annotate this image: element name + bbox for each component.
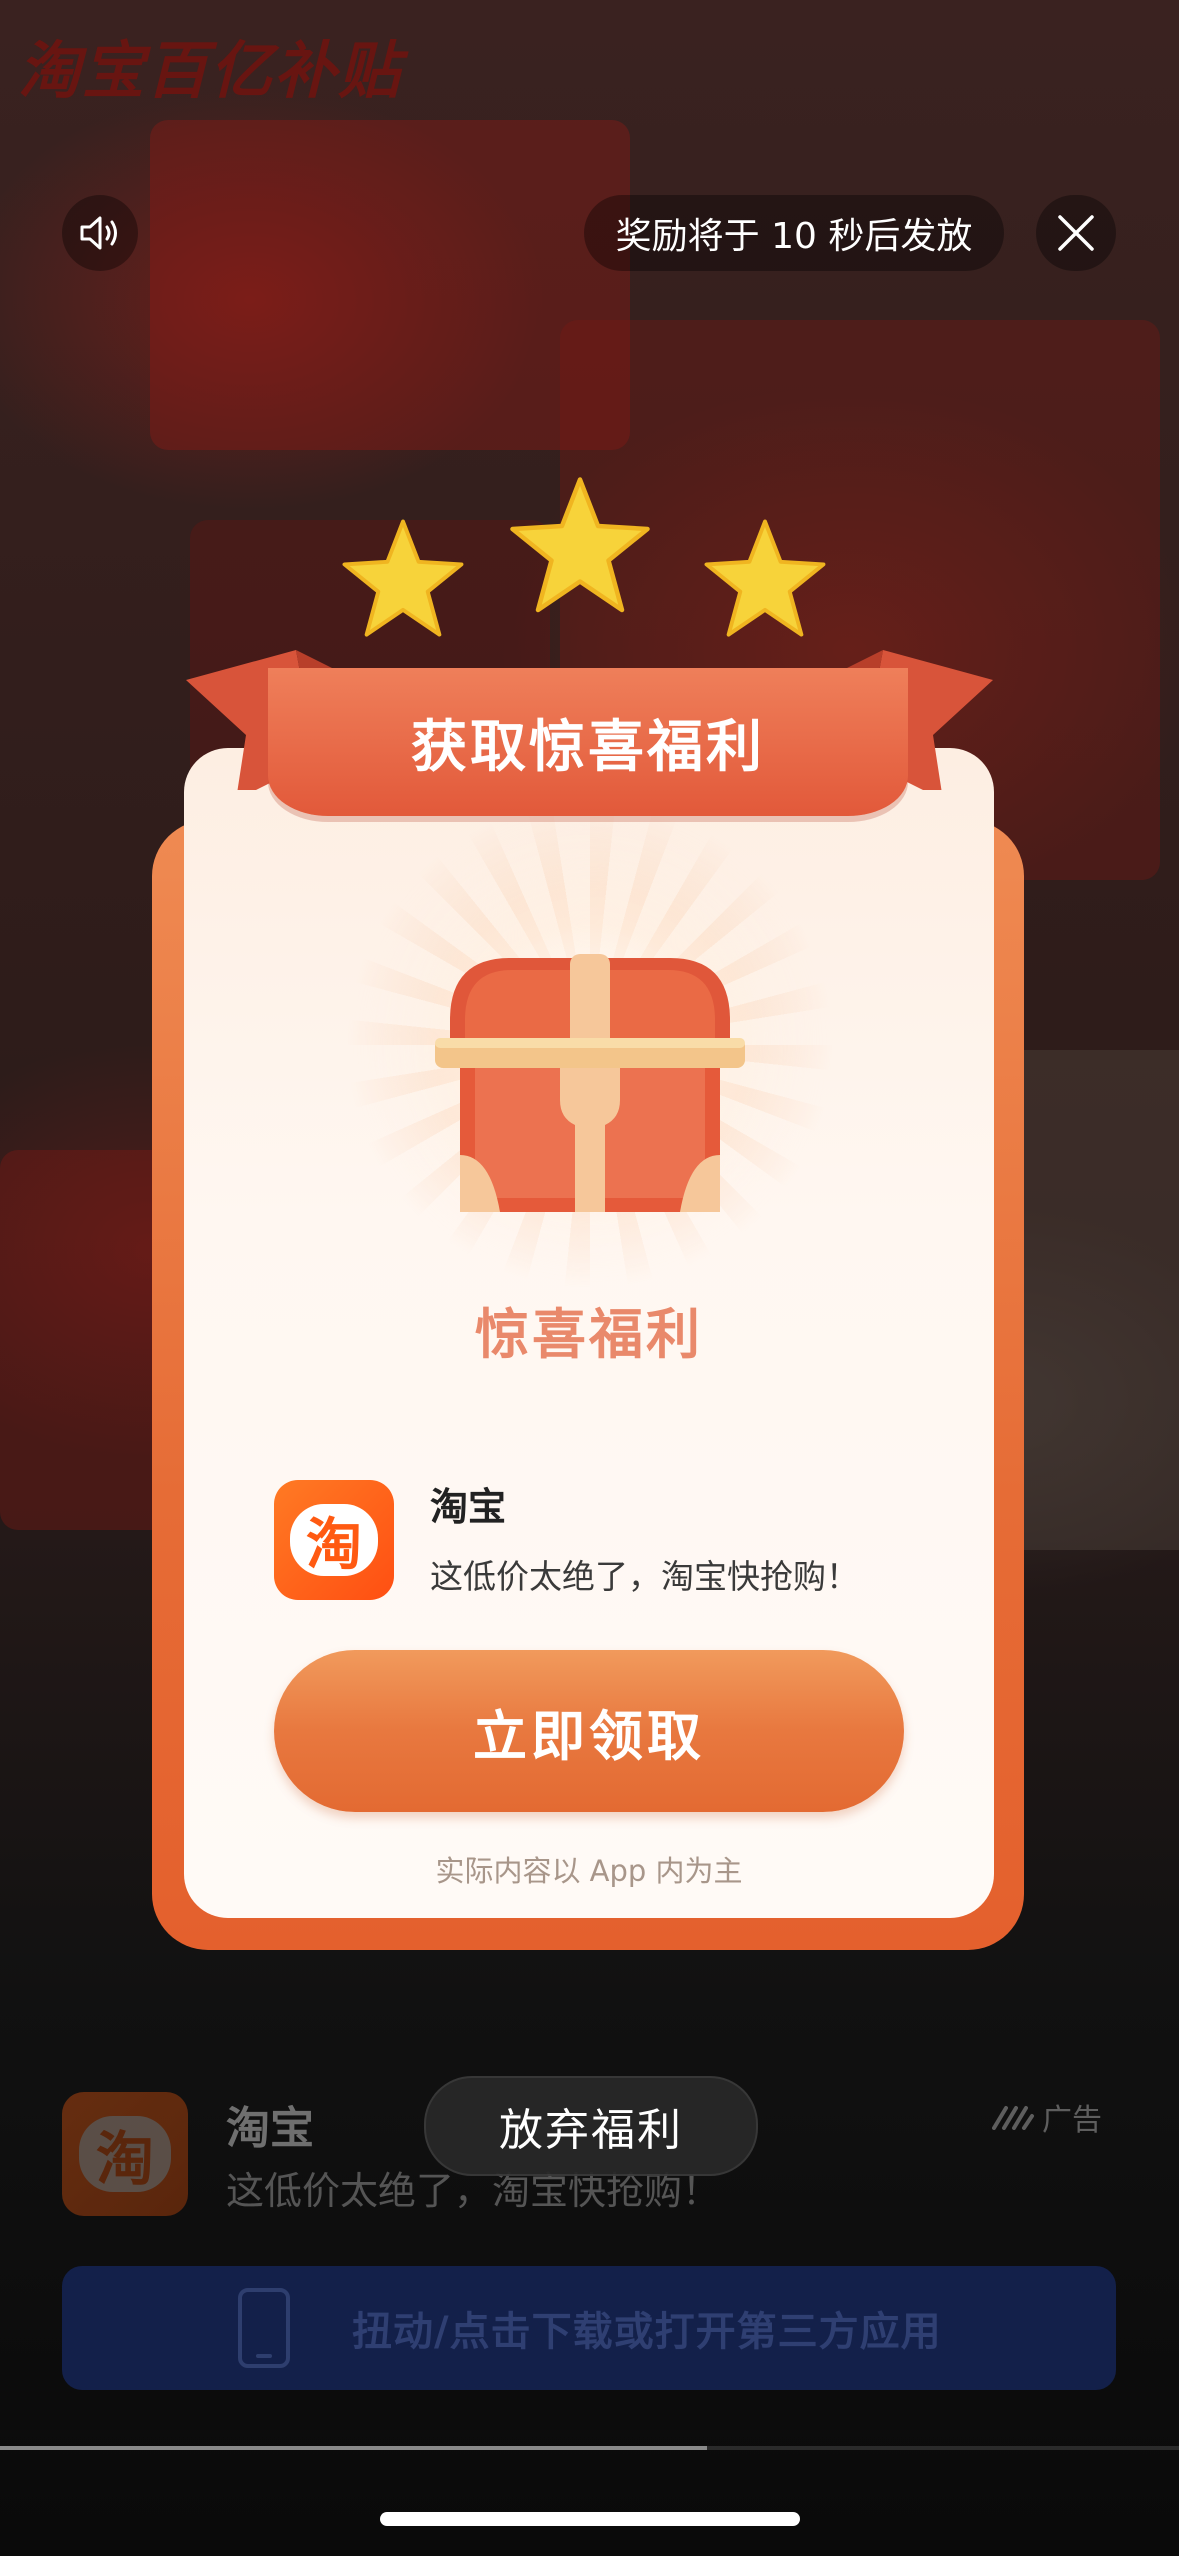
treasure-chest-icon	[435, 954, 745, 1212]
home-indicator[interactable]	[380, 2512, 800, 2526]
star-icon	[342, 519, 464, 637]
ad-app-name[interactable]: 淘宝	[226, 2092, 314, 2156]
taobao-logo-glyph: 淘	[79, 2116, 171, 2193]
app-description: 这低价太绝了，淘宝快抢购！	[430, 1557, 859, 1596]
ad-label: 广告	[1042, 2103, 1102, 2138]
video-progress-fill	[0, 2446, 708, 2450]
phone-icon	[238, 2288, 290, 2368]
chest-label: 惊喜福利	[475, 1303, 703, 1366]
app-name: 淘宝	[430, 1485, 507, 1529]
disclaimer-text: 实际内容以 App 内为主	[435, 1854, 743, 1888]
ad-brand-icon	[992, 2106, 1034, 2130]
reward-countdown: 奖励将于 10 秒后发放	[584, 195, 1004, 271]
bg-banner-title: 淘宝百亿补贴	[18, 34, 403, 107]
video-progress-bar[interactable]	[0, 2446, 1179, 2450]
sound-button[interactable]	[62, 195, 138, 271]
close-icon	[1058, 215, 1094, 251]
ad-app-icon[interactable]: 淘	[62, 2092, 188, 2216]
ad-badge: 广告	[992, 2095, 1102, 2139]
star-icon	[704, 519, 826, 637]
download-open-app-button[interactable]: 扭动/点击下载或打开第三方应用	[62, 2266, 1116, 2390]
taobao-app-icon: 淘	[274, 1480, 394, 1600]
download-label: 扭动/点击下载或打开第三方应用	[352, 2309, 942, 2355]
give-up-button[interactable]: 放弃福利	[424, 2076, 758, 2176]
taobao-logo-glyph: 淘	[290, 1504, 378, 1578]
speaker-icon	[80, 216, 117, 250]
star-icon	[510, 477, 650, 613]
bg-product-box	[150, 120, 630, 450]
modal-title: 获取惊喜福利	[268, 668, 908, 816]
close-button[interactable]	[1036, 195, 1116, 271]
claim-now-button[interactable]: 立即领取	[274, 1650, 904, 1812]
